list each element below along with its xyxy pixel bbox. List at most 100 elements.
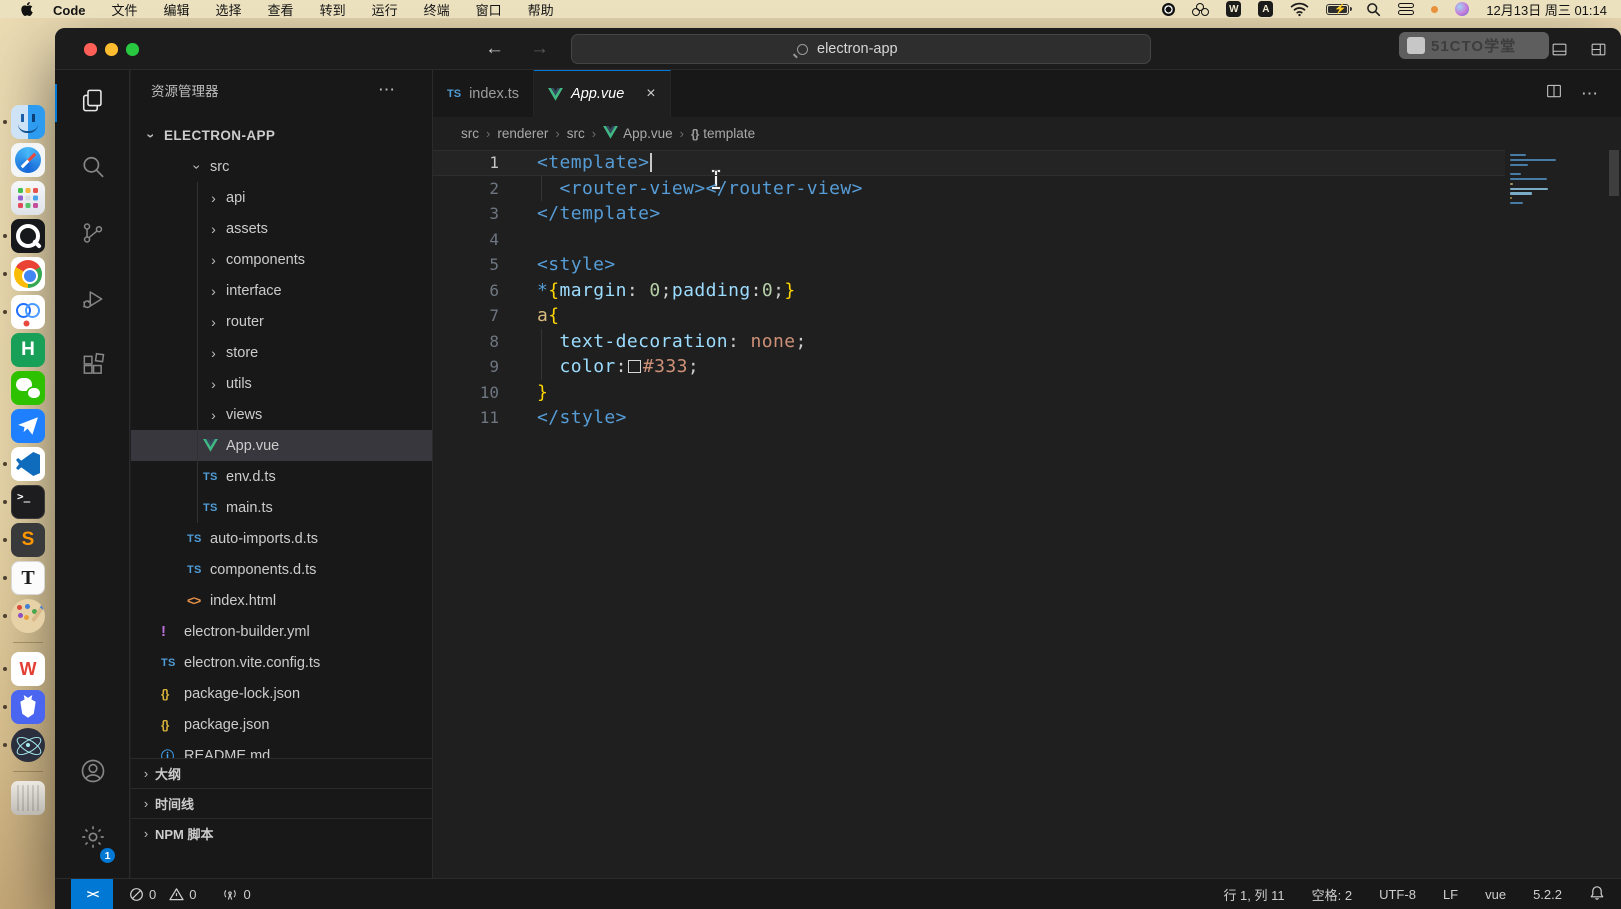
dock-item-sublime[interactable]	[11, 523, 45, 557]
menubar-item-9[interactable]: 帮助	[515, 3, 567, 18]
activitybar-source-control[interactable]	[55, 202, 130, 268]
tree-item-auto-imports-d-ts[interactable]: TSauto-imports.d.ts	[131, 523, 432, 554]
explorer-more-actions-icon[interactable]: ⋯	[378, 80, 396, 100]
close-window-button[interactable]	[84, 43, 97, 56]
tree-item-app-vue[interactable]: App.vue	[131, 430, 432, 461]
status-cursor-position[interactable]: 行 1, 列 11	[1223, 885, 1284, 904]
status-indentation[interactable]: 空格: 2	[1312, 885, 1352, 904]
tree-item-views[interactable]: ›views	[131, 399, 432, 430]
menubar-clock[interactable]: 12月13日 周三 01:14	[1486, 0, 1607, 19]
apple-menu-icon[interactable]	[14, 2, 40, 16]
tree-item-electron-vite-config-ts[interactable]: TSelectron.vite.config.ts	[131, 647, 432, 678]
breadcrumb-item-template[interactable]: {}template	[691, 126, 755, 141]
notifications-bell-icon[interactable]	[1589, 885, 1605, 904]
spotlight-search-icon[interactable]	[1366, 1, 1381, 17]
tree-item-interface[interactable]: ›interface	[131, 275, 432, 306]
remote-indicator[interactable]: ><	[71, 879, 113, 909]
command-center-search[interactable]	[571, 34, 1151, 64]
status-eol[interactable]: LF	[1443, 887, 1458, 902]
assistant-a-icon[interactable]: A	[1258, 1, 1273, 17]
activitybar-account[interactable]	[55, 740, 130, 806]
editor-more-actions-icon[interactable]: ⋯	[1581, 84, 1599, 104]
dock-item-terminal[interactable]	[11, 485, 45, 519]
status-language-mode[interactable]: vue	[1485, 887, 1506, 902]
wps-menu-icon[interactable]: W	[1226, 1, 1241, 17]
menubar-item-1[interactable]: 文件	[99, 3, 151, 18]
dock-item-electron[interactable]	[11, 728, 45, 762]
dock-item-chrome[interactable]	[11, 257, 45, 291]
dock-item-safari[interactable]	[11, 143, 45, 177]
tree-item-electron-builder-yml[interactable]: !electron-builder.yml	[131, 616, 432, 647]
siri-icon[interactable]	[1455, 1, 1469, 17]
sidebar-section-时间线[interactable]: ›时间线	[131, 788, 432, 818]
sidebar-section-NPM 脚本[interactable]: ›NPM 脚本	[131, 818, 432, 848]
split-editor-icon[interactable]	[1545, 82, 1563, 105]
breadcrumb-item-renderer[interactable]: renderer	[497, 126, 548, 141]
wifi-icon[interactable]	[1290, 1, 1309, 17]
tree-item-package-lock-json[interactable]: {}package-lock.json	[131, 678, 432, 709]
dock-item-trash[interactable]	[11, 781, 45, 815]
menubar-item-4[interactable]: 查看	[255, 3, 307, 18]
activitybar-extensions[interactable]	[55, 334, 130, 400]
menubar-item-3[interactable]: 选择	[203, 3, 255, 18]
tree-item-src[interactable]: ›src	[131, 151, 432, 182]
tree-item-env-d-ts[interactable]: TSenv.d.ts	[131, 461, 432, 492]
activitybar-settings[interactable]: 1	[55, 806, 130, 872]
menubar-item-6[interactable]: 运行	[359, 3, 411, 18]
dock-item-voov[interactable]	[11, 295, 45, 329]
menubar-item-2[interactable]: 编辑	[151, 3, 203, 18]
toggle-panel-icon[interactable]	[1551, 41, 1568, 58]
tree-item-main-ts[interactable]: TSmain.ts	[131, 492, 432, 523]
status-encoding[interactable]: UTF-8	[1379, 887, 1416, 902]
dock-item-wechat[interactable]	[11, 371, 45, 405]
zoom-window-button[interactable]	[126, 43, 139, 56]
tree-item-package-json[interactable]: {}package.json	[131, 709, 432, 740]
tree-item-api[interactable]: ›api	[131, 182, 432, 213]
dock-item-vscode[interactable]	[11, 447, 45, 481]
customize-layout-icon[interactable]	[1590, 41, 1607, 58]
tree-root-electron-app[interactable]: ›ELECTRON-APP	[131, 120, 432, 151]
tree-item-store[interactable]: ›store	[131, 337, 432, 368]
dock-item-deer[interactable]	[11, 690, 45, 724]
dock-item-launchpad[interactable]	[11, 181, 45, 215]
dock-item-wps[interactable]	[11, 652, 45, 686]
menubar-item-7[interactable]: 终端	[411, 3, 463, 18]
dock-item-hbuilder[interactable]	[11, 333, 45, 367]
activitybar-search[interactable]	[55, 136, 130, 202]
tree-item-assets[interactable]: ›assets	[131, 213, 432, 244]
search-input[interactable]	[815, 40, 925, 58]
menubar-item-5[interactable]: 转到	[307, 3, 359, 18]
breadcrumb-item-src[interactable]: src	[567, 126, 585, 141]
battery-charging-icon[interactable]: ⚡	[1326, 1, 1349, 17]
problems-indicator[interactable]: 0 0	[129, 887, 196, 902]
tree-item-utils[interactable]: ›utils	[131, 368, 432, 399]
nav-forward-button[interactable]: →	[530, 38, 549, 60]
dock-item-dingtalk[interactable]	[11, 409, 45, 443]
titlebar[interactable]: ← → 51CTO学堂	[55, 28, 1621, 70]
dock-item-paint[interactable]	[11, 599, 45, 633]
tree-item-router[interactable]: ›router	[131, 306, 432, 337]
dock-item-finder[interactable]	[11, 105, 45, 139]
dock-item-quicktime[interactable]	[11, 219, 45, 253]
menubar-item-8[interactable]: 窗口	[463, 3, 515, 18]
tree-item-components[interactable]: ›components	[131, 244, 432, 275]
menubar-item-code[interactable]: Code	[40, 3, 99, 18]
minimap[interactable]	[1506, 150, 1596, 878]
close-icon[interactable]: ×	[646, 85, 655, 103]
editor-scrollbar[interactable]	[1607, 150, 1621, 878]
code-editor[interactable]: 1<template>2 <router-view></router-view>…	[433, 150, 1621, 878]
activitybar-run-debug[interactable]	[55, 268, 130, 334]
record-indicator-icon[interactable]	[1162, 1, 1175, 17]
tree-item-index-html[interactable]: <>index.html	[131, 585, 432, 616]
minimize-window-button[interactable]	[105, 43, 118, 56]
activitybar-explorer[interactable]	[55, 70, 130, 136]
breadcrumb-item-src[interactable]: src	[461, 126, 479, 141]
status-extension-version[interactable]: 5.2.2	[1533, 887, 1562, 902]
control-center-icon[interactable]	[1398, 1, 1414, 17]
dock-item-typora[interactable]	[11, 561, 45, 595]
nav-back-button[interactable]: ←	[485, 38, 504, 60]
breadcrumb-item-app-vue[interactable]: App.vue	[603, 126, 673, 142]
tree-item-components-d-ts[interactable]: TScomponents.d.ts	[131, 554, 432, 585]
overlapping-circles-icon[interactable]	[1192, 1, 1209, 17]
tab-index-ts[interactable]: TSindex.ts	[433, 70, 534, 117]
